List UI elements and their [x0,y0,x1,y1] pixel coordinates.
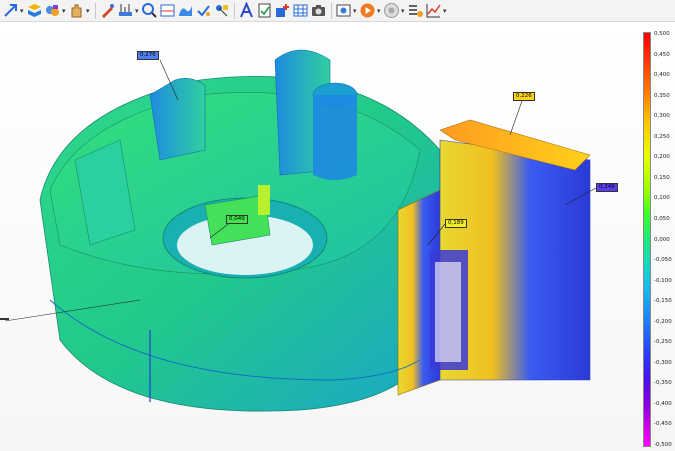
scale-tick-label: 0,000 [654,236,670,243]
chevron-down-icon[interactable]: ▾ [401,7,406,15]
scale-tick-label: 0,400 [654,72,670,79]
add-feature-icon [276,4,289,17]
surface-shape-icon [179,6,192,16]
scale-tick-label: -0,100 [654,277,672,284]
deviation-color-scale [643,32,651,447]
check-point-icon [197,5,210,17]
left-tower [149,78,206,161]
scale-tick-label: -0,400 [654,400,672,407]
callout-c1[interactable]: 0,276 [137,51,159,60]
table-grid-button[interactable] [292,1,309,21]
toolbar-separator [331,2,332,19]
surface-shape-button[interactable] [177,1,194,21]
scale-tick-label: 0,300 [654,113,670,120]
play-button[interactable]: ▾ [359,1,382,21]
scale-tick-label: 0,100 [654,195,670,202]
toolbar-separator [95,2,96,19]
cube-layers-button[interactable] [26,1,43,21]
scale-tick-label: 0,050 [654,215,670,222]
chevron-down-icon[interactable]: ▾ [443,7,448,15]
report-check-icon [258,3,271,18]
probe-pen-icon [102,4,114,18]
probe-pen-button[interactable] [99,1,116,21]
measure-cluster-button[interactable]: ▾ [44,1,67,21]
list-settings-icon [409,5,423,17]
view-settings-button[interactable]: ▾ [335,1,358,21]
expand-arrow-button[interactable]: ▾ [2,1,25,21]
clip-tab [258,185,270,215]
report-check-button[interactable] [256,1,273,21]
scale-tick-label: -0,500 [654,442,672,448]
expand-arrow-icon [4,4,17,17]
line-chart-icon [426,4,441,18]
scale-tick-label: 0,200 [654,154,670,161]
chevron-down-icon[interactable]: ▾ [86,7,91,15]
callout-c3[interactable]: 0,349 [596,183,618,192]
annotation-a-icon [240,2,253,18]
main-toolbar: ▾ ▾ ▾ ▾ ▾ ▾ ▾ ▾ [0,0,675,22]
cube-layers-icon [28,4,41,17]
chevron-down-icon[interactable]: ▾ [377,7,382,15]
record-button[interactable]: ▾ [383,1,406,21]
camera-button[interactable] [310,1,327,21]
scale-tick-label: -0,200 [654,318,672,325]
section-view-icon [160,4,175,17]
callout-c4[interactable]: 0,049 [226,215,248,224]
scale-tick-label: -0,050 [654,257,672,264]
list-settings-button[interactable] [407,1,424,21]
zoom-icon [142,3,157,18]
point-select-icon [216,5,228,17]
zoom-button[interactable] [141,1,158,21]
check-point-button[interactable] [195,1,212,21]
record-icon [384,3,399,18]
measure-cluster-icon [46,5,59,16]
scale-tick-label: -0,450 [654,421,672,428]
chevron-down-icon[interactable]: ▾ [20,7,25,15]
callout-c2[interactable]: 0,226 [513,92,535,101]
camera-icon [312,5,325,16]
scale-tick-label: 0,250 [654,133,670,140]
scale-tool-icon [119,4,132,16]
scale-tick-label: 0,450 [654,51,670,58]
section-view-button[interactable] [159,1,176,21]
hand-icon [71,4,82,18]
chevron-down-icon[interactable]: ▾ [353,7,358,15]
scale-tick-label: -0,250 [654,339,672,346]
scale-tick-label: 0,150 [654,174,670,181]
callout-c5[interactable]: 0,189 [445,219,467,228]
scale-tick-label: 0,500 [654,31,670,37]
view-settings-icon [336,4,351,17]
add-feature-button[interactable] [274,1,291,21]
chevron-down-icon[interactable]: ▾ [62,7,67,15]
scale-tick-label: -0,350 [654,380,672,387]
annotation-a-button[interactable] [238,1,255,21]
point-select-button[interactable] [213,1,230,21]
line-chart-button[interactable]: ▾ [425,1,448,21]
scale-tick-label: -0,150 [654,298,672,305]
chevron-down-icon[interactable]: ▾ [135,7,140,15]
scale-tick-label: 0,350 [654,92,670,99]
hand-button[interactable]: ▾ [68,1,91,21]
scale-tick-label: -0,300 [654,359,672,366]
color-map-model[interactable] [0,22,675,451]
table-grid-icon [293,4,308,17]
3d-viewport[interactable]: 0,276 0,226 0,349 0,049 0,189 [0,22,675,451]
callout-c6[interactable] [0,318,9,320]
toolbar-separator [234,2,235,19]
scale-tool-button[interactable]: ▾ [117,1,140,21]
play-icon [360,3,375,18]
